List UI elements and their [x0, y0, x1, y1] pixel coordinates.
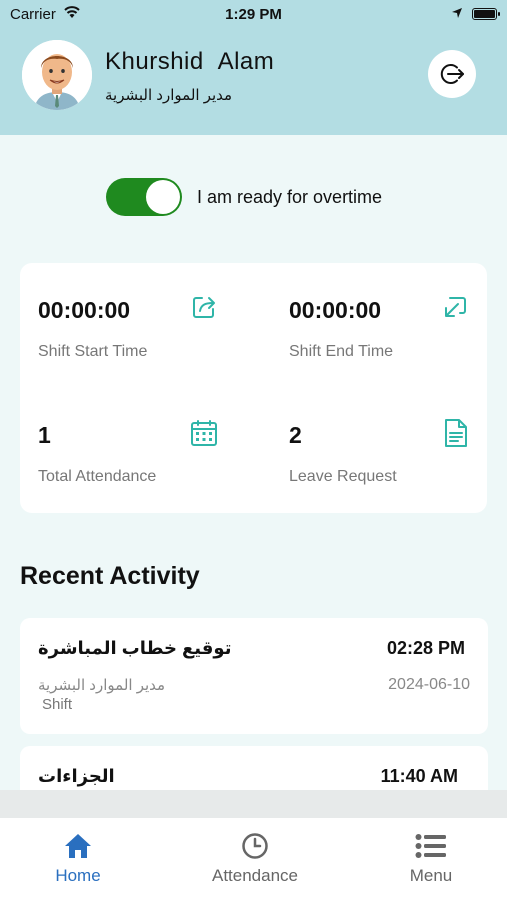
document-icon [443, 418, 469, 453]
shift-start-stat: 00:00:00 Shift Start Time [38, 297, 238, 361]
status-bar: Carrier 1:29 PM [0, 0, 507, 30]
shift-end-label: Shift End Time [289, 343, 394, 360]
overtime-toggle[interactable] [106, 178, 182, 216]
calendar-icon [190, 419, 218, 452]
profile-header: Khurshid Alam مدير الموارد البشرية [0, 30, 507, 135]
tab-attendance-label: Attendance [211, 866, 298, 885]
battery-icon [472, 8, 500, 20]
user-name: Khurshid Alam [105, 48, 275, 75]
total-attendance-label: Total Attendance [38, 468, 157, 485]
activity-time: 02:28 PM [386, 638, 465, 658]
shift-end-stat: 00:00:00 Shift End Time [289, 297, 489, 361]
activity-subtitle: مدير الموارد البشرية [38, 677, 166, 694]
share-icon [191, 294, 217, 325]
tab-menu-label: Menu [409, 866, 453, 885]
overtime-row: I am ready for overtime [106, 178, 382, 216]
status-time: 1:29 PM [225, 6, 282, 23]
avatar[interactable] [22, 40, 92, 110]
tab-attendance[interactable]: Attendance [195, 832, 315, 886]
shift-start-label: Shift Start Time [38, 343, 148, 360]
stats-card: 00:00:00 Shift Start Time 00:00:00 Shift… [20, 263, 487, 513]
total-attendance-stat: 1 Total Attendance [38, 419, 238, 486]
tab-menu[interactable]: Menu [371, 832, 491, 886]
tab-home[interactable]: Home [18, 832, 138, 886]
location-arrow-icon [451, 6, 463, 23]
activity-date: 2024-06-10 [388, 676, 470, 693]
home-icon [18, 832, 138, 862]
logout-icon [440, 64, 464, 84]
activity-item[interactable]: توقيع خطاب المباشرة 02:28 PM مدير الموار… [20, 618, 488, 734]
exchange-icon [442, 294, 468, 325]
activity-time: 11:40 AM [380, 766, 458, 786]
list-icon [371, 832, 491, 862]
activity-title: توقيع خطاب المباشرة [38, 638, 232, 658]
user-role: مدير الموارد البشرية [105, 87, 233, 104]
tab-bar: Home Attendance Menu [0, 818, 507, 900]
activity-title: الجزاءات [38, 766, 115, 786]
tab-home-label: Home [55, 866, 101, 885]
recent-activity-title: Recent Activity [20, 562, 200, 590]
logout-button[interactable] [428, 50, 476, 98]
activity-type: Shift [42, 696, 73, 713]
leave-request-stat: 2 Leave Request [289, 419, 489, 486]
overtime-label: I am ready for overtime [197, 186, 383, 207]
tabbar-shadow [0, 790, 507, 818]
clock-icon [195, 832, 315, 862]
leave-request-label: Leave Request [289, 468, 397, 485]
